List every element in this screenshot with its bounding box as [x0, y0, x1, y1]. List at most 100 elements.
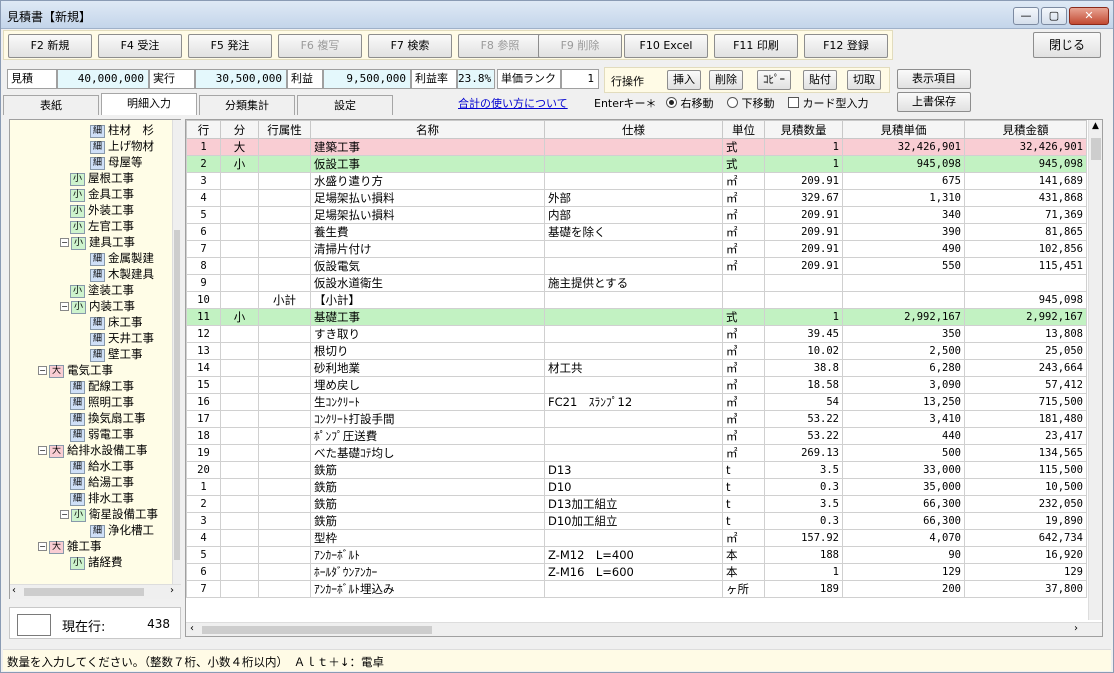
tree-node[interactable]: 細天井工事: [90, 330, 154, 346]
cell-name[interactable]: 水盛り遣り方: [310, 172, 545, 190]
cell-unit[interactable]: ㎥: [722, 359, 765, 377]
cell-kind[interactable]: [220, 189, 259, 207]
fkey-button-1[interactable]: F2 新規: [8, 34, 92, 58]
cell-kind[interactable]: [220, 461, 259, 479]
cell-qty[interactable]: 0.3: [764, 478, 843, 496]
column-header-7[interactable]: 見積単価: [842, 120, 965, 139]
table-row[interactable]: 3 鉄筋 D10加工組立 t 0.3 66,300 19,890: [186, 512, 1087, 530]
cell-price[interactable]: 200: [842, 580, 965, 598]
cell-kind[interactable]: [220, 580, 259, 598]
cell-no[interactable]: 15: [186, 376, 221, 394]
table-row[interactable]: 2 鉄筋 D13加工組立 t 3.5 66,300 232,050: [186, 495, 1087, 513]
cell-name[interactable]: 建築工事: [310, 138, 545, 156]
cell-qty[interactable]: 209.91: [764, 206, 843, 224]
cell-kind[interactable]: [220, 512, 259, 530]
cell-no[interactable]: 12: [186, 325, 221, 343]
table-row[interactable]: 2 小仮設工事式 1 945,098 945,098: [186, 155, 1087, 173]
fkey-button-5[interactable]: F7 検索: [368, 34, 452, 58]
cell-price[interactable]: 340: [842, 206, 965, 224]
cell-no[interactable]: 4: [186, 529, 221, 547]
cell-unit[interactable]: ㎡: [722, 444, 765, 462]
tree-node[interactable]: 細換気扇工事: [70, 410, 146, 426]
cell-qty[interactable]: 209.91: [764, 172, 843, 190]
cell-no[interactable]: 14: [186, 359, 221, 377]
cell-spec[interactable]: D10加工組立: [544, 512, 723, 530]
tree-node[interactable]: 小金具工事: [70, 186, 134, 202]
cell-attr[interactable]: [258, 308, 311, 326]
cell-no[interactable]: 16: [186, 393, 221, 411]
cell-unit[interactable]: ㎡: [722, 206, 765, 224]
cell-name[interactable]: 鉄筋: [310, 512, 545, 530]
cell-kind[interactable]: 小: [220, 308, 259, 326]
cell-spec[interactable]: 外部: [544, 189, 723, 207]
cell-unit[interactable]: [722, 274, 765, 292]
display-items-button[interactable]: 表示項目: [897, 69, 971, 89]
table-row[interactable]: 1 鉄筋 D10 t 0.3 35,000 10,500: [186, 478, 1087, 496]
cell-kind[interactable]: [220, 240, 259, 258]
cell-unit[interactable]: t: [722, 461, 765, 479]
cell-name[interactable]: 養生費: [310, 223, 545, 241]
fkey-button-7[interactable]: F9 削除: [538, 34, 622, 58]
grid-vertical-scrollbar[interactable]: ▲: [1088, 120, 1102, 620]
cell-price[interactable]: 675: [842, 172, 965, 190]
cell-qty[interactable]: 38.8: [764, 359, 843, 377]
cell-unit[interactable]: ㎡: [722, 257, 765, 275]
cell-attr[interactable]: [258, 274, 311, 292]
cell-no[interactable]: 5: [186, 206, 221, 224]
fkey-button-9[interactable]: F11 印刷: [714, 34, 798, 58]
table-row[interactable]: 20 鉄筋 D13 t 3.5 33,000 115,500: [186, 461, 1087, 479]
cell-name[interactable]: 清掃片付け: [310, 240, 545, 258]
cell-amount[interactable]: 32,426,901: [964, 138, 1087, 156]
column-header-0[interactable]: 行: [186, 120, 221, 139]
tree-node[interactable]: 細母屋等: [90, 154, 143, 170]
cell-attr[interactable]: [258, 444, 311, 462]
tree-node[interactable]: − 大雑工事: [38, 538, 102, 554]
copy-row-button[interactable]: ｺﾋﾟｰ: [757, 70, 791, 90]
column-header-5[interactable]: 単位: [722, 120, 765, 139]
cell-kind[interactable]: [220, 376, 259, 394]
cell-spec[interactable]: 材工共: [544, 359, 723, 377]
cell-spec[interactable]: [544, 529, 723, 547]
cell-attr[interactable]: [258, 189, 311, 207]
cell-qty[interactable]: 209.91: [764, 240, 843, 258]
cell-attr[interactable]: [258, 240, 311, 258]
cell-kind[interactable]: [220, 342, 259, 360]
cell-spec[interactable]: 内部: [544, 206, 723, 224]
cell-price[interactable]: 32,426,901: [842, 138, 965, 156]
cell-name[interactable]: 鉄筋: [310, 461, 545, 479]
cell-amount[interactable]: 115,451: [964, 257, 1087, 275]
cell-name[interactable]: 足場架払い損料: [310, 206, 545, 224]
cell-amount[interactable]: 232,050: [964, 495, 1087, 513]
scroll-up-icon[interactable]: ▲: [1092, 121, 1099, 131]
cell-qty[interactable]: 39.45: [764, 325, 843, 343]
cell-amount[interactable]: 715,500: [964, 393, 1087, 411]
cell-spec[interactable]: [544, 138, 723, 156]
cell-spec[interactable]: 施主提供とする: [544, 274, 723, 292]
cell-amount[interactable]: 431,868: [964, 189, 1087, 207]
tree-horizontal-scrollbar[interactable]: ‹ ›: [10, 584, 181, 599]
table-row[interactable]: 4 型枠 ㎡ 157.92 4,070 642,734: [186, 529, 1087, 547]
cell-no[interactable]: 13: [186, 342, 221, 360]
tree-node[interactable]: 細照明工事: [70, 394, 134, 410]
cell-name[interactable]: ｺﾝｸﾘｰﾄ打設手間: [310, 410, 545, 428]
cell-kind[interactable]: 大: [220, 138, 259, 156]
total-usage-help-link[interactable]: 合計の使い方について: [458, 95, 568, 111]
cell-no[interactable]: 11: [186, 308, 221, 326]
cell-spec[interactable]: [544, 342, 723, 360]
cell-price[interactable]: 4,070: [842, 529, 965, 547]
cell-unit[interactable]: ㎥: [722, 325, 765, 343]
tree-node[interactable]: 小屋根工事: [70, 170, 134, 186]
cell-attr[interactable]: [258, 206, 311, 224]
tree-expand-icon[interactable]: −: [38, 366, 47, 375]
cell-name[interactable]: 埋め戻し: [310, 376, 545, 394]
cell-kind[interactable]: [220, 291, 259, 309]
cell-price[interactable]: 66,300: [842, 495, 965, 513]
table-row[interactable]: 19 べた基礎ｺﾃ均し ㎡ 269.13 500 134,565: [186, 444, 1087, 462]
cell-qty[interactable]: 269.13: [764, 444, 843, 462]
cell-amount[interactable]: 115,500: [964, 461, 1087, 479]
tree-node[interactable]: 小諸経費: [70, 554, 123, 570]
cell-name[interactable]: べた基礎ｺﾃ均し: [310, 444, 545, 462]
cell-unit[interactable]: ㎥: [722, 393, 765, 411]
cell-no[interactable]: 1: [186, 138, 221, 156]
tree-node[interactable]: 細弱電工事: [70, 426, 134, 442]
